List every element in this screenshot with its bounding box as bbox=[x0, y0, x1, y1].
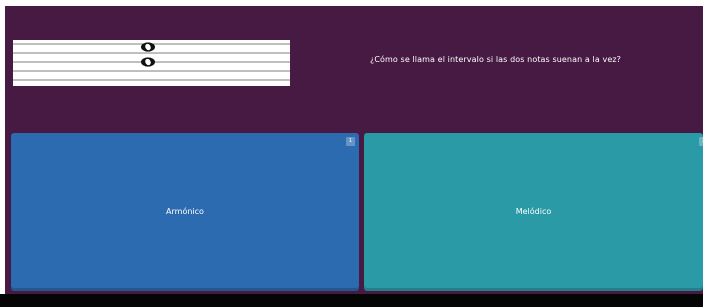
whole-note-lower bbox=[141, 57, 155, 67]
music-staff-interval-icon bbox=[13, 40, 290, 86]
answer-number-badge: 1 bbox=[346, 137, 355, 146]
footer-bar bbox=[0, 294, 703, 307]
whole-note-upper bbox=[141, 42, 155, 52]
question-text: ¿Cómo se llama el intervalo si las dos n… bbox=[370, 55, 622, 64]
staff-svg bbox=[13, 42, 290, 81]
answer-label: Armónico bbox=[166, 207, 204, 216]
answer-label: Melódico bbox=[515, 207, 552, 216]
quiz-stage: ¿Cómo se llama el intervalo si las dos n… bbox=[0, 0, 703, 307]
answer-option-melodico[interactable]: 2 Melódico bbox=[364, 133, 703, 291]
answer-option-armonico[interactable]: 1 Armónico bbox=[11, 133, 359, 291]
answer-number-badge: 2 bbox=[699, 137, 703, 146]
